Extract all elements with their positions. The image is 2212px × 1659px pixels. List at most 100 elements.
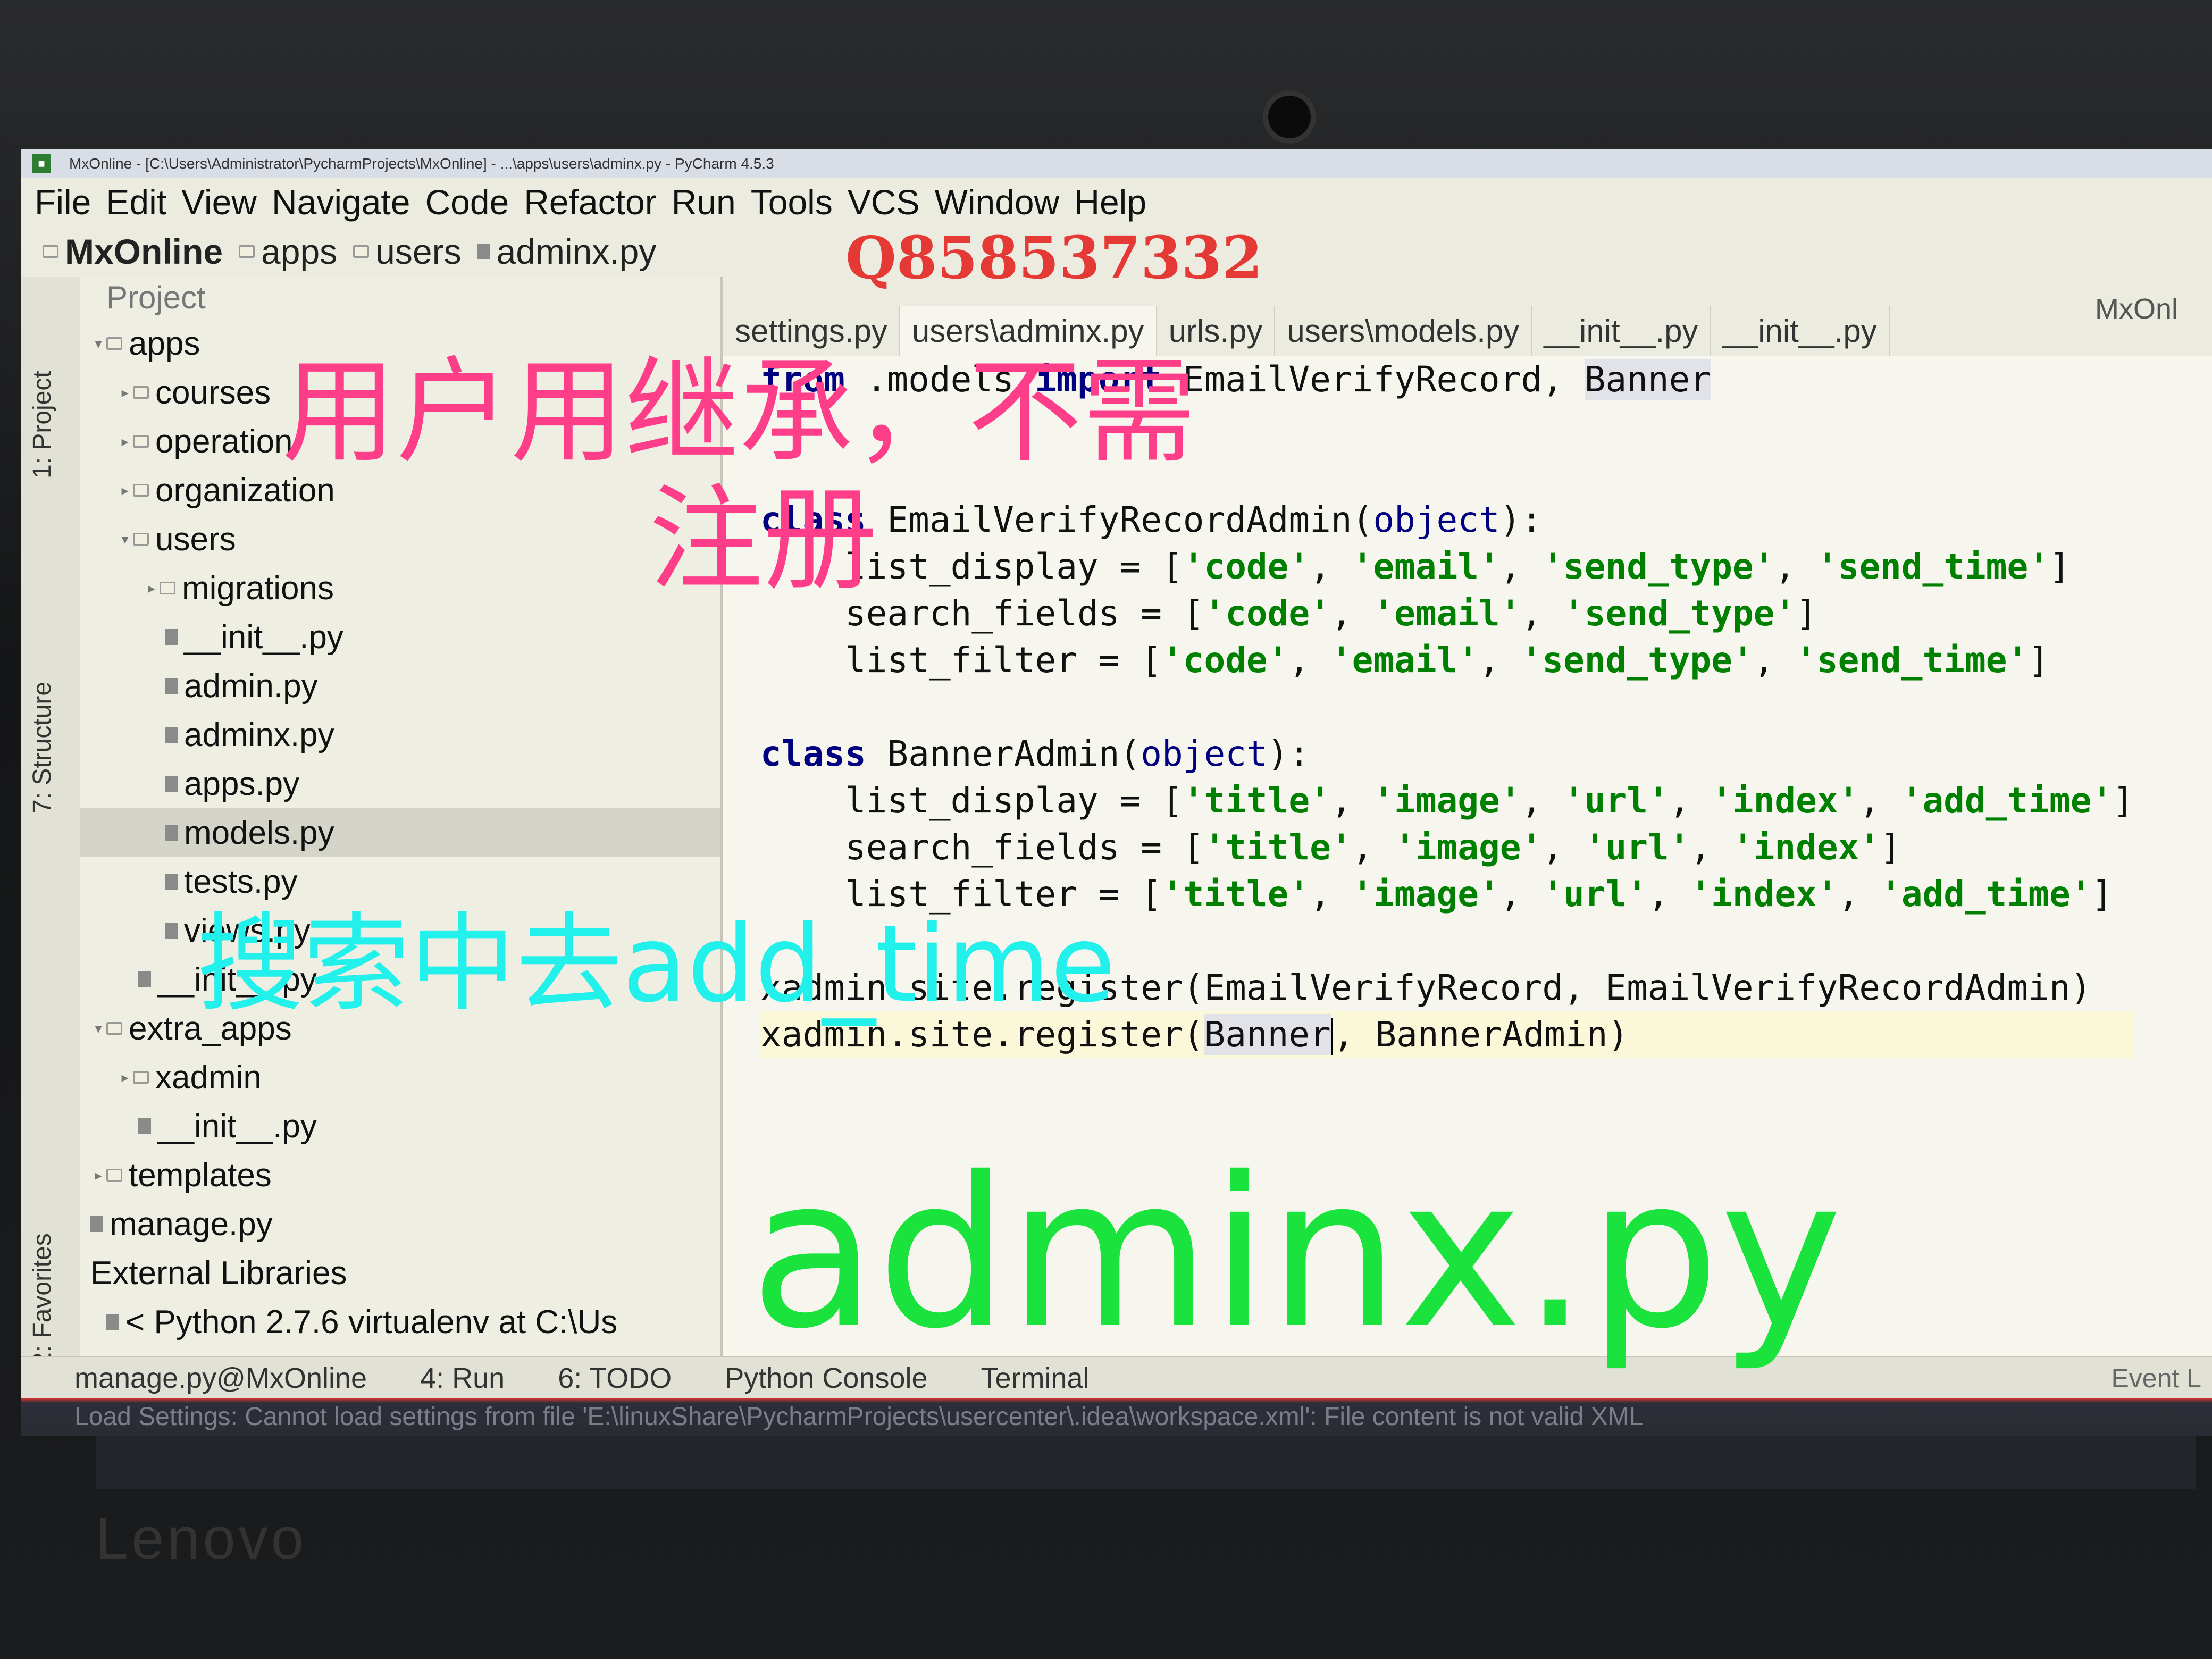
laptop-brand: Lenovo [96, 1506, 307, 1571]
folder-icon [106, 337, 122, 350]
taskbar [96, 1436, 2196, 1489]
tree-item[interactable]: ▸ templates [80, 1151, 720, 1200]
tree-item-label: xadmin [155, 1059, 262, 1096]
python-file-icon [165, 776, 178, 792]
folder-icon [353, 245, 370, 258]
python-file-icon [138, 1118, 151, 1134]
python-file-icon [165, 923, 178, 939]
tree-item-label: __init__.py [157, 1108, 317, 1145]
python-file-icon [138, 971, 151, 987]
tab-todo[interactable]: 6: TODO [558, 1362, 672, 1395]
folder-icon [106, 1022, 122, 1035]
expand-down-icon[interactable]: ▾ [90, 336, 106, 352]
tree-item[interactable]: External Libraries [80, 1249, 720, 1297]
menu-refactor[interactable]: Refactor [524, 182, 656, 222]
tree-item-label: templates [129, 1157, 272, 1194]
tree-item-label: operation [155, 423, 293, 460]
tab-structure[interactable]: 7: Structure [28, 682, 57, 814]
tree-item-label: __init__.py [184, 618, 343, 656]
menu-run[interactable]: Run [672, 182, 736, 222]
tree-item-label: < Python 2.7.6 virtualenv at C:\Us [125, 1303, 618, 1340]
python-file-icon [165, 825, 178, 841]
expand-right-icon[interactable]: ▸ [117, 384, 133, 401]
tree-item[interactable]: < Python 2.7.6 virtualenv at C:\Us [80, 1297, 720, 1346]
expand-right-icon[interactable]: ▸ [117, 1069, 133, 1086]
folder-icon [133, 533, 149, 546]
webcam [1263, 90, 1316, 144]
menu-window[interactable]: Window [935, 182, 1060, 222]
left-tool-strip: 1: Project 7: Structure 2: Favorites [21, 276, 81, 1430]
expand-down-icon[interactable]: ▾ [90, 1020, 106, 1037]
menu-file[interactable]: File [35, 182, 91, 222]
menu-vcs[interactable]: VCS [848, 182, 920, 222]
menu-tools[interactable]: Tools [751, 182, 833, 222]
expand-down-icon[interactable]: ▾ [117, 531, 133, 548]
overlay-pink-note-line2: 注册 [649, 473, 877, 606]
folder-icon [133, 1071, 149, 1084]
tree-item-label: models.py [184, 814, 334, 851]
breadcrumb-apps[interactable]: apps [239, 231, 337, 272]
tab-users-models-py[interactable]: users\models.py [1275, 306, 1532, 356]
folder-icon [160, 582, 175, 594]
menu-bar: File Edit View Navigate Code Refactor Ru… [21, 178, 2212, 226]
project-panel-header[interactable]: Project [80, 276, 720, 319]
code-line[interactable]: search_fields = ['code', 'email', 'send_… [760, 590, 2134, 637]
tree-item[interactable]: manage.py [80, 1200, 720, 1249]
folder-icon [133, 435, 149, 448]
expand-right-icon[interactable]: ▸ [144, 580, 160, 597]
tab-run[interactable]: 4: Run [420, 1362, 505, 1395]
breadcrumb-project[interactable]: MxOnline [43, 231, 223, 272]
tree-item-label: migrations [182, 569, 334, 607]
breadcrumb-label: users [375, 231, 462, 271]
menu-view[interactable]: View [181, 182, 257, 222]
menu-edit[interactable]: Edit [106, 182, 166, 222]
breadcrumb-label: apps [261, 231, 338, 271]
right-panel-label[interactable]: MxOnl [2095, 292, 2178, 325]
tab-project[interactable]: 1: Project [28, 371, 57, 479]
python-file-icon [90, 1216, 103, 1232]
tree-item[interactable]: __init__.py [80, 613, 720, 661]
folder-icon [133, 484, 149, 497]
expand-right-icon[interactable]: ▸ [117, 482, 133, 499]
tab-init-py-2[interactable]: __init__.py [1711, 306, 1890, 356]
tree-item-label: External Libraries [90, 1254, 347, 1292]
breadcrumb-file[interactable]: adminx.py [477, 231, 656, 272]
folder-icon [43, 245, 58, 258]
tree-item[interactable]: models.py [80, 808, 720, 857]
menu-code[interactable]: Code [425, 182, 509, 222]
tab-manage-py[interactable]: manage.py@MxOnline [74, 1362, 367, 1395]
menu-navigate[interactable]: Navigate [272, 182, 410, 222]
expand-right-icon[interactable]: ▸ [90, 1167, 106, 1184]
python-file-icon [165, 874, 178, 890]
python-lib-icon [106, 1314, 119, 1330]
tree-item[interactable]: ▾ users [80, 515, 720, 564]
code-line[interactable]: list_filter = ['code', 'email', 'send_ty… [760, 637, 2134, 684]
tree-item[interactable]: admin.py [80, 661, 720, 710]
overlay-green-filename: adminx.py [750, 1133, 1843, 1374]
tree-item[interactable]: adminx.py [80, 710, 720, 759]
expand-right-icon[interactable]: ▸ [117, 433, 133, 450]
code-line[interactable]: class BannerAdmin(object): [760, 731, 2134, 777]
tree-item[interactable]: apps.py [80, 759, 720, 808]
overlay-qq-number: Q858537332 [845, 223, 1263, 292]
code-line[interactable]: list_display = ['code', 'email', 'send_t… [760, 543, 2134, 590]
tab-init-py[interactable]: __init__.py [1532, 306, 1711, 356]
code-line[interactable]: list_display = ['title', 'image', 'url',… [760, 777, 2134, 824]
folder-icon [239, 245, 255, 258]
code-line[interactable] [760, 684, 2134, 731]
tree-item[interactable]: ▸ xadmin [80, 1053, 720, 1102]
python-file-icon [165, 727, 178, 743]
breadcrumb-users[interactable]: users [353, 231, 462, 272]
code-line[interactable]: search_fields = ['title', 'image', 'url'… [760, 824, 2134, 871]
event-log[interactable]: Event L [2111, 1357, 2201, 1400]
folder-icon [133, 386, 149, 399]
tree-item[interactable]: ▸ migrations [80, 564, 720, 613]
overlay-cyan-note: 搜索中去add_time [197, 902, 1116, 1026]
tree-item[interactable]: __init__.py [80, 1102, 720, 1151]
tree-item-label: adminx.py [184, 716, 334, 753]
tree-item-label: apps [129, 325, 200, 362]
tab-favorites[interactable]: 2: Favorites [28, 1233, 57, 1367]
code-line[interactable]: class EmailVerifyRecordAdmin(object): [760, 497, 2134, 543]
folder-icon [106, 1169, 122, 1182]
menu-help[interactable]: Help [1074, 182, 1146, 222]
